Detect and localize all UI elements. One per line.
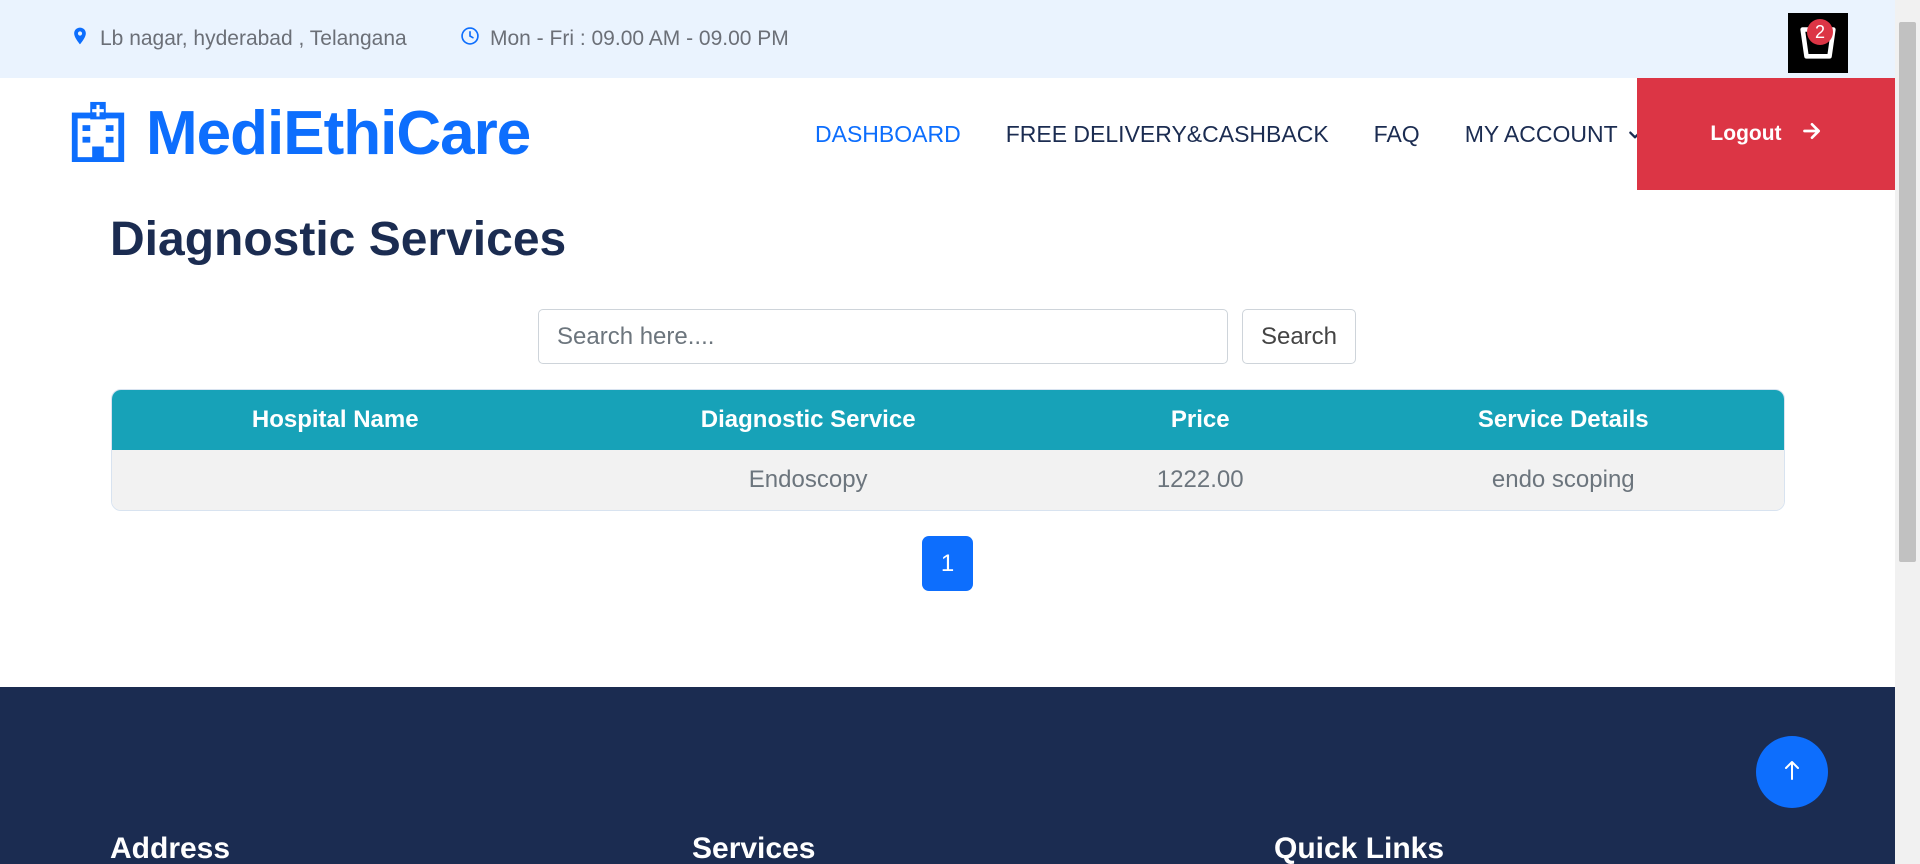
cart-button[interactable]: 2: [1788, 13, 1848, 73]
map-marker-icon: [70, 26, 90, 52]
top-info-bar: Lb nagar, hyderabad , Telangana Mon - Fr…: [0, 0, 1895, 78]
header-service-details: Service Details: [1477, 406, 1649, 433]
brand-logo[interactable]: MediEthiCare: [70, 98, 531, 169]
arrow-up-icon: [1780, 758, 1804, 787]
logout-button[interactable]: Logout: [1637, 78, 1895, 190]
diagnostic-services-table: Hospital Name Diagnostic Service Price S…: [111, 389, 1785, 511]
page-scrollbar[interactable]: [1895, 0, 1920, 864]
footer-heading-quick-links: Quick Links: [1274, 832, 1445, 864]
brand-name: MediEthiCare: [146, 99, 531, 168]
search-input[interactable]: [538, 309, 1228, 364]
page-title: Diagnostic Services: [110, 213, 567, 266]
hospital-icon: [70, 100, 126, 167]
footer: Address Services Quick Links: [0, 687, 1895, 864]
footer-heading-address: Address: [110, 832, 231, 864]
hours-text: Mon - Fri : 09.00 AM - 09.00 PM: [490, 27, 789, 50]
location-info: Lb nagar, hyderabad , Telangana: [70, 0, 407, 78]
header-diagnostic-service: Diagnostic Service: [700, 406, 916, 433]
search-bar: Search: [538, 309, 1356, 364]
nav-my-account[interactable]: MY ACCOUNT: [1465, 121, 1642, 148]
scrollbar-thumb[interactable]: [1899, 22, 1916, 562]
nav-dashboard[interactable]: DASHBOARD: [815, 121, 961, 148]
header-price: Price: [1170, 406, 1230, 433]
hours-info: Mon - Fri : 09.00 AM - 09.00 PM: [460, 0, 789, 78]
cell-service-details: endo scoping: [1491, 466, 1635, 493]
back-to-top-button[interactable]: [1756, 736, 1828, 808]
table-row: Endoscopy 1222.00 endo scoping: [112, 450, 1784, 510]
cell-hospital-name: [112, 450, 558, 510]
header-hospital-name: Hospital Name: [251, 406, 419, 433]
table-header: Hospital Name Diagnostic Service Price S…: [112, 390, 1784, 450]
search-button[interactable]: Search: [1242, 309, 1356, 364]
table-body: Endoscopy 1222.00 endo scoping: [112, 450, 1784, 510]
arrow-right-icon: [1802, 121, 1822, 147]
main-navbar: MediEthiCare DASHBOARD FREE DELIVERY&CAS…: [0, 78, 1895, 190]
nav-menu: DASHBOARD FREE DELIVERY&CASHBACK FAQ MY …: [815, 78, 1642, 190]
pagination-page-1[interactable]: 1: [922, 536, 973, 591]
footer-heading-services: Services: [692, 832, 816, 864]
cart-count-badge: 2: [1807, 19, 1833, 45]
cell-diagnostic-service: Endoscopy: [748, 466, 868, 493]
location-text: Lb nagar, hyderabad , Telangana: [100, 27, 407, 50]
clock-icon: [460, 26, 480, 52]
nav-faq[interactable]: FAQ: [1374, 121, 1420, 148]
cell-price: 1222.00: [1156, 466, 1244, 493]
nav-free-delivery-cashback[interactable]: FREE DELIVERY&CASHBACK: [1006, 121, 1329, 148]
nav-my-account-label: MY ACCOUNT: [1464, 120, 1618, 147]
logout-label: Logout: [1710, 122, 1782, 145]
